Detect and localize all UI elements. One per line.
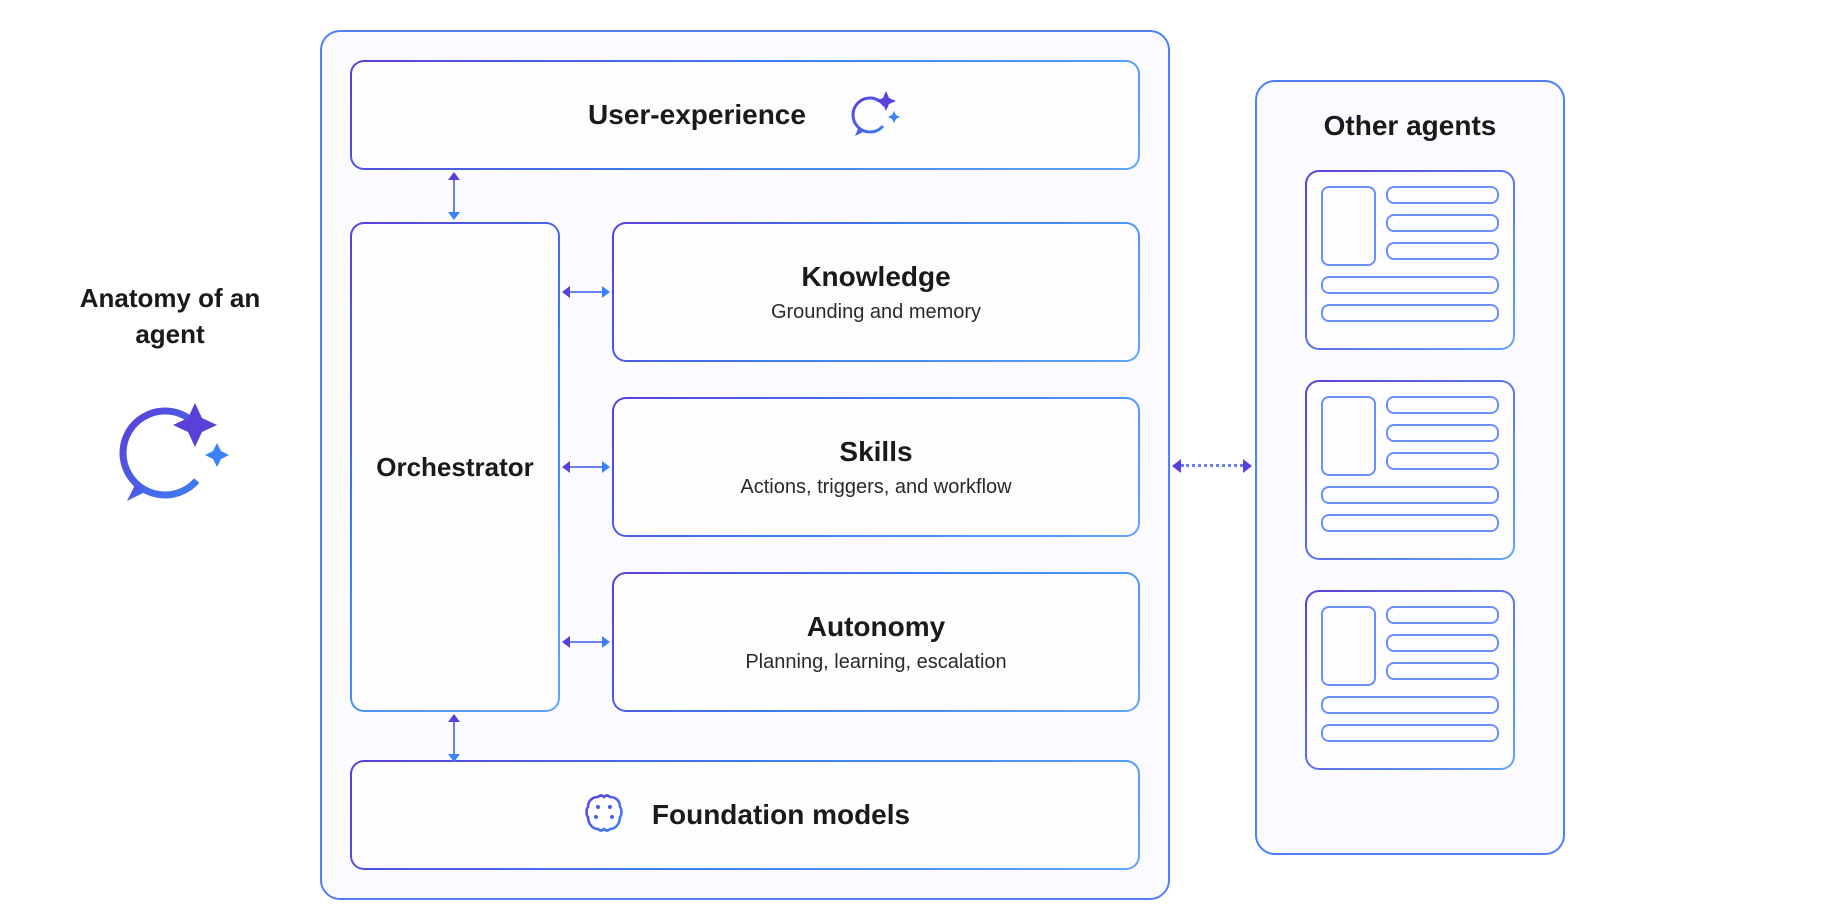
arrow-orchestrator-knowledge (562, 291, 610, 293)
knowledge-subtitle: Grounding and memory (771, 301, 981, 324)
agent-icon-3 (1305, 590, 1515, 770)
user-experience-box: User-experience (350, 60, 1140, 170)
foundation-title: Foundation models (652, 799, 910, 831)
arrow-orchestrator-autonomy (562, 641, 610, 643)
orchestrator-box: Orchestrator (350, 222, 560, 712)
anatomy-label: Anatomy of an agent (60, 280, 280, 518)
orchestrator-title: Orchestrator (376, 452, 534, 483)
skills-title: Skills (839, 436, 912, 468)
chat-sparkle-icon (846, 85, 902, 146)
anatomy-title: Anatomy of an agent (60, 280, 280, 353)
agent-box: User-experience (320, 30, 1170, 900)
agent-icon-1 (1305, 170, 1515, 350)
autonomy-title: Autonomy (807, 611, 945, 643)
autonomy-box: Autonomy Planning, learning, escalation (612, 572, 1140, 712)
diagram-container: Anatomy of an agent User-experienc (40, 20, 1820, 900)
arrow-orchestrator-foundation (453, 714, 455, 762)
agent-icon-2 (1305, 380, 1515, 560)
autonomy-subtitle: Planning, learning, escalation (745, 651, 1006, 674)
skills-subtitle: Actions, triggers, and workflow (740, 476, 1011, 499)
other-agents-panel: Other agents (1255, 80, 1565, 855)
other-agents-title: Other agents (1324, 110, 1497, 142)
foundation-box: Foundation models (350, 760, 1140, 870)
brain-icon (580, 789, 628, 842)
chat-sparkle-icon-large (60, 383, 280, 518)
knowledge-box: Knowledge Grounding and memory (612, 222, 1140, 362)
knowledge-title: Knowledge (801, 261, 950, 293)
arrow-to-other-agents (1172, 464, 1252, 467)
skills-box: Skills Actions, triggers, and workflow (612, 397, 1140, 537)
user-experience-title: User-experience (588, 99, 806, 131)
arrow-ux-orchestrator (453, 172, 455, 220)
arrow-orchestrator-skills (562, 466, 610, 468)
